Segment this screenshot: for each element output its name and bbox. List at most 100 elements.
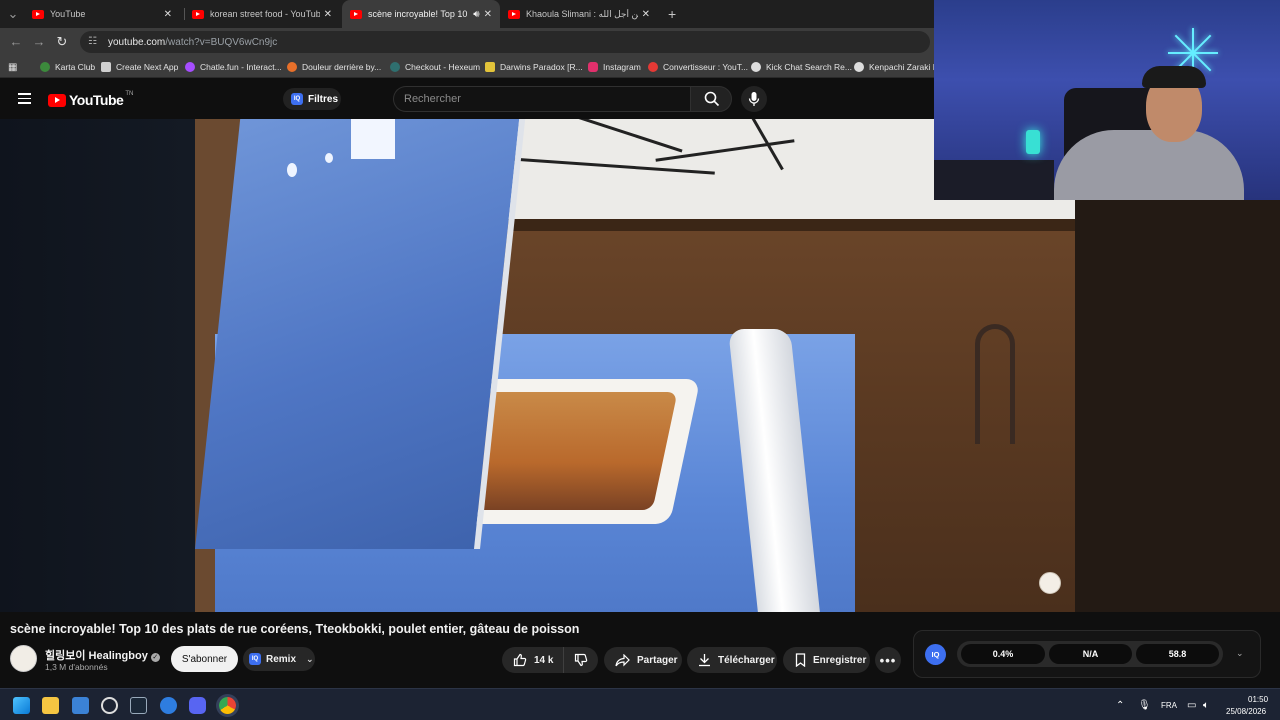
bookmark-label: Kick Chat Search Re... bbox=[766, 62, 852, 72]
back-arrow-icon[interactable]: ← bbox=[8, 34, 24, 50]
tab-search-chevron-icon[interactable]: ⌄ bbox=[5, 6, 21, 22]
share-button[interactable]: Partager bbox=[604, 647, 682, 673]
more-actions-button[interactable]: ••• bbox=[875, 647, 901, 673]
video-scene-lid bbox=[195, 119, 526, 549]
bookmark-douleur[interactable]: Douleur derrière by... bbox=[287, 60, 381, 74]
save-button[interactable]: Enregistrer bbox=[783, 647, 870, 673]
tab-korean-street-food[interactable]: korean street food - YouTube ✕ bbox=[184, 0, 340, 28]
bookmark-favicon-icon bbox=[185, 62, 195, 72]
video-scene-light bbox=[351, 119, 395, 159]
channel-name-text: 힐링보이 Healingboy bbox=[45, 650, 148, 662]
volume-icon[interactable]: 🔈︎ bbox=[1203, 700, 1209, 711]
close-tab-icon[interactable]: ✕ bbox=[324, 9, 332, 20]
menu-icon[interactable] bbox=[18, 93, 31, 104]
video-title: scène incroyable! Top 10 des plats de ru… bbox=[10, 622, 580, 636]
app-circle-icon[interactable] bbox=[101, 697, 118, 714]
like-count: 14 k bbox=[534, 654, 554, 666]
download-button[interactable]: Télécharger bbox=[687, 647, 777, 673]
app-blue-icon[interactable] bbox=[160, 697, 177, 714]
network-icon[interactable]: ▭ bbox=[1187, 700, 1196, 711]
bookmark-label: Checkout - Hexeum bbox=[405, 62, 481, 72]
bookmark-favicon-icon bbox=[588, 62, 598, 72]
bookmark-create-next-app[interactable]: Create Next App bbox=[101, 60, 178, 74]
region-code: TN bbox=[125, 91, 134, 97]
bookmark-favicon-icon bbox=[485, 62, 495, 72]
thumbs-down-icon bbox=[574, 653, 588, 667]
bookmark-chatle[interactable]: Chatle.fun - Interact... bbox=[185, 60, 282, 74]
filters-button[interactable]: IQ Filtres bbox=[283, 88, 341, 110]
tab-strip: ⌄ YouTube ✕ korean street food - YouTube… bbox=[0, 0, 934, 28]
microphone-icon bbox=[748, 92, 760, 106]
tab-khaoula[interactable]: Khaoula Slimani : يه من أجل الله ✕ bbox=[500, 0, 658, 28]
url-host: youtube.com bbox=[108, 36, 166, 48]
bookmark-instagram[interactable]: Instagram bbox=[588, 60, 641, 74]
like-button[interactable]: 14 k bbox=[502, 647, 564, 673]
video-scene-light bbox=[325, 153, 333, 163]
dislike-button[interactable] bbox=[564, 647, 588, 673]
bookmark-icon bbox=[795, 653, 806, 667]
remix-button[interactable]: IQ Remix ⌄ bbox=[243, 647, 315, 671]
bookmark-karta-club[interactable]: Karta Club bbox=[40, 60, 95, 74]
youtube-play-logo-icon bbox=[48, 93, 66, 107]
store-icon[interactable] bbox=[72, 697, 89, 714]
chrome-icon[interactable] bbox=[219, 697, 236, 714]
windows-start-icon[interactable] bbox=[13, 697, 30, 714]
bookmark-convertisseur[interactable]: Convertisseur : YouT... bbox=[648, 60, 748, 74]
close-tab-icon[interactable]: ✕ bbox=[642, 9, 650, 20]
search-button[interactable] bbox=[690, 86, 732, 112]
windows-taskbar: ⌃ 🎙︎ FRA ▭ 🔈︎ 01:50 25/08/2026 bbox=[0, 688, 1280, 720]
voice-search-button[interactable] bbox=[741, 86, 767, 112]
forward-arrow-icon[interactable]: → bbox=[31, 34, 47, 50]
iq-stats-panel: IQ 0.4% N/A 58.8 ⌄ bbox=[913, 630, 1261, 678]
new-tab-button[interactable]: + bbox=[660, 0, 682, 28]
like-dislike-group: 14 k bbox=[502, 647, 598, 673]
subscribe-button[interactable]: S'abonner bbox=[171, 646, 238, 672]
download-label: Télécharger bbox=[718, 654, 775, 666]
close-tab-icon[interactable]: ✕ bbox=[164, 9, 172, 20]
steam-icon[interactable] bbox=[130, 697, 147, 714]
site-settings-icon[interactable]: ☷ bbox=[88, 37, 100, 47]
bookmark-label: Instagram bbox=[603, 62, 641, 72]
tab-active-video[interactable]: scène incroyable! Top 10 de 🔊︎ ✕ bbox=[342, 0, 500, 28]
address-bar[interactable]: ☷ youtube.com/watch?v=BUQV6wCn9jc bbox=[80, 31, 930, 53]
bookmark-label: Chatle.fun - Interact... bbox=[200, 62, 282, 72]
bookmark-darwins-paradox[interactable]: Darwins Paradox [R... bbox=[485, 60, 583, 74]
more-horizontal-icon: ••• bbox=[879, 652, 897, 668]
search-icon bbox=[704, 91, 720, 107]
bookmark-kenpachi[interactable]: Kenpachi Zaraki Bl bbox=[854, 60, 940, 74]
close-tab-icon[interactable]: ✕ bbox=[484, 9, 492, 20]
tab-title: Khaoula Slimani : يه من أجل الله bbox=[526, 8, 638, 19]
chevron-up-icon[interactable]: ⌃ bbox=[1116, 700, 1124, 711]
microphone-icon[interactable]: 🎙︎ bbox=[1138, 700, 1151, 711]
search-input[interactable] bbox=[393, 86, 691, 112]
bookmark-label: Kenpachi Zaraki Bl bbox=[869, 62, 941, 72]
bookmark-hexeum[interactable]: Checkout - Hexeum bbox=[390, 60, 480, 74]
webcam-scene-desk bbox=[934, 160, 1054, 200]
tab-youtube[interactable]: YouTube ✕ bbox=[24, 0, 180, 28]
clock-date[interactable]: 25/08/2026 bbox=[1226, 707, 1266, 716]
bookmark-label: Convertisseur : YouT... bbox=[663, 62, 749, 72]
bookmark-favicon-icon bbox=[751, 62, 761, 72]
reload-icon[interactable]: ↻ bbox=[54, 34, 70, 50]
save-label: Enregistrer bbox=[813, 654, 867, 666]
file-explorer-icon[interactable] bbox=[42, 697, 59, 714]
speaker-icon[interactable]: 🔊︎ bbox=[473, 9, 479, 20]
clock-time[interactable]: 01:50 bbox=[1248, 695, 1268, 704]
tab-title: korean street food - YouTube bbox=[210, 9, 320, 19]
apps-grid-icon[interactable]: ▦ bbox=[8, 60, 17, 74]
thumbs-up-icon bbox=[513, 653, 527, 667]
channel-avatar[interactable] bbox=[10, 645, 37, 672]
youtube-favicon-icon bbox=[32, 9, 44, 19]
language-indicator[interactable]: FRA bbox=[1161, 701, 1177, 710]
bookmark-favicon-icon bbox=[101, 62, 111, 72]
iq-stat-percent: 0.4% bbox=[961, 644, 1045, 664]
chevron-down-icon[interactable]: ⌄ bbox=[1236, 648, 1244, 659]
bookmark-kick-chat[interactable]: Kick Chat Search Re... bbox=[751, 60, 852, 74]
channel-name[interactable]: 힐링보이 Healingboy ✓ bbox=[45, 647, 160, 663]
youtube-favicon-icon bbox=[350, 9, 362, 19]
discord-icon[interactable] bbox=[189, 697, 206, 714]
bookmark-favicon-icon bbox=[390, 62, 400, 72]
video-scene-hook bbox=[975, 324, 1015, 444]
youtube-logo[interactable]: YouTube TN bbox=[48, 91, 134, 108]
channel-watermark-icon[interactable] bbox=[1039, 572, 1061, 594]
